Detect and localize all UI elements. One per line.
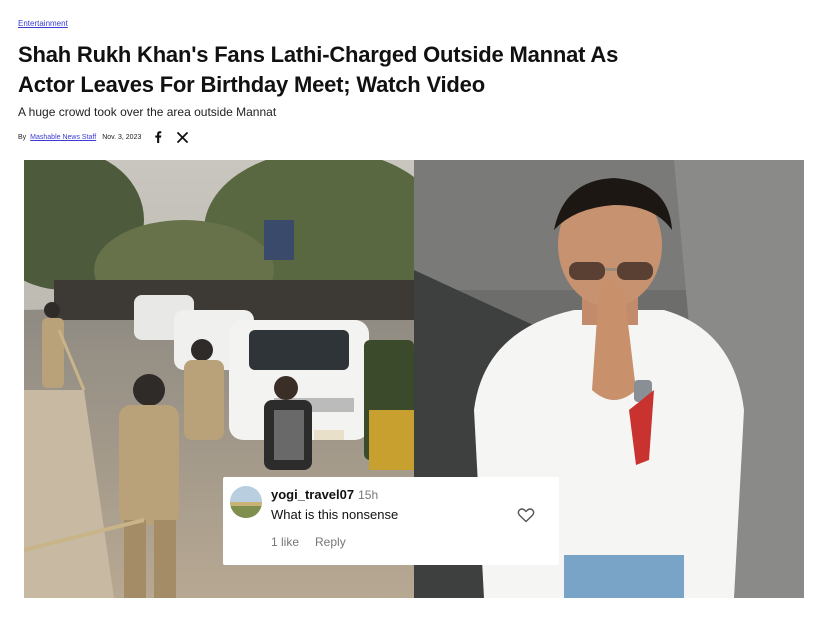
comment-username[interactable]: yogi_travel07 xyxy=(271,487,354,502)
hero-image: yogi_travel07 15h What is this nonsense 1… xyxy=(24,160,804,598)
heart-icon[interactable] xyxy=(517,507,535,523)
byline-prefix: By xyxy=(18,133,27,141)
article-headline: Shah Rukh Khan's Fans Lathi-Charged Outs… xyxy=(18,42,619,97)
share-facebook-button[interactable] xyxy=(153,131,163,143)
article-subhead: A huge crowd took over the area outside … xyxy=(18,105,277,119)
publish-date: Nov. 3, 2023 xyxy=(102,133,142,141)
comment-reply-button[interactable]: Reply xyxy=(315,535,346,549)
share-x-button[interactable] xyxy=(177,131,189,143)
comment-card: yogi_travel07 15h What is this nonsense 1… xyxy=(223,477,559,565)
facebook-icon xyxy=(155,131,162,143)
comment-header: yogi_travel07 15h xyxy=(271,487,378,502)
avatar-image xyxy=(230,486,262,518)
comment-time: 15h xyxy=(358,488,379,502)
comment-likes[interactable]: 1 like xyxy=(271,535,299,549)
category-link[interactable]: Entertainment xyxy=(18,19,68,28)
avatar[interactable] xyxy=(230,486,262,518)
comment-actions: 1 like Reply xyxy=(271,535,346,549)
x-icon xyxy=(177,131,189,143)
author-link[interactable]: Mashable News Staff xyxy=(30,134,96,141)
comment-text: What is this nonsense xyxy=(271,507,399,522)
byline: By Mashable News Staff Nov. 3, 2023 xyxy=(18,130,189,144)
